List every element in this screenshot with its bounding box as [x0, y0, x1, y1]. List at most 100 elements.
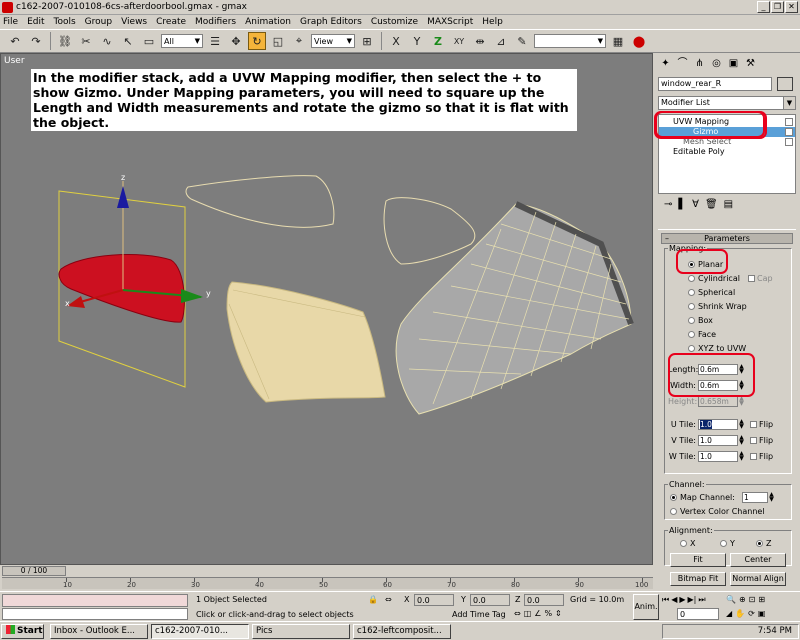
lock-selection-icon[interactable]: 🔒	[368, 594, 378, 605]
align-icon[interactable]: ⊿	[492, 32, 510, 50]
select-object-icon[interactable]: ↖	[119, 32, 137, 50]
u-tile-spinner[interactable]: 1.0 ▲ ▼	[698, 419, 744, 430]
maxscript-output-field[interactable]	[2, 608, 188, 620]
next-frame-icon[interactable]: ▶|	[688, 594, 697, 605]
door-outline-mesh[interactable]	[383, 197, 476, 265]
close-button[interactable]: ✕	[785, 1, 798, 13]
zoom-extents-icon[interactable]: ⊡	[749, 594, 756, 605]
angle-snap-icon[interactable]: ∠	[534, 608, 541, 620]
mirror-icon[interactable]: ⇹	[471, 32, 489, 50]
spinner-arrows-icon[interactable]: ▲ ▼	[738, 451, 745, 462]
minimize-button[interactable]: _	[757, 1, 770, 13]
clock[interactable]: 7:54 PM	[758, 626, 792, 636]
restrict-z-icon[interactable]: Z	[429, 32, 447, 50]
menu-group[interactable]: Group	[85, 17, 112, 27]
window-outline-mesh[interactable]	[185, 175, 335, 228]
snap-toggle-icon[interactable]: ◫	[524, 608, 532, 620]
vertex-color-channel-radio[interactable]: Vertex Color Channel	[670, 507, 765, 516]
y-coord-field[interactable]: 0.0	[470, 594, 510, 606]
remove-modifier-icon[interactable]: 🗑	[705, 199, 718, 213]
flip-u-checkbox[interactable]	[750, 421, 757, 428]
restrict-xy-icon[interactable]: XY	[450, 32, 468, 50]
spinner-arrows-icon[interactable]: ▲ ▼	[738, 435, 745, 446]
selected-window-mesh[interactable]	[58, 254, 185, 323]
material-editor-icon[interactable]: ▦	[609, 32, 627, 50]
redo-icon[interactable]: ↷	[27, 32, 45, 50]
select-link-icon[interactable]: ⛓	[56, 32, 74, 50]
transform-type-icon[interactable]: ⇔	[385, 594, 392, 605]
align-y-radio[interactable]: Y	[720, 539, 735, 548]
select-manipulate-icon[interactable]: ⌖	[290, 32, 308, 50]
fit-button[interactable]: Fit	[670, 553, 726, 567]
center-button[interactable]: Center	[730, 553, 786, 567]
key-mode-icon[interactable]: ⇔	[514, 608, 521, 620]
zoom-icon[interactable]: 🔍	[726, 594, 736, 605]
flip-v-checkbox[interactable]	[750, 437, 757, 444]
move-icon[interactable]: ✥	[227, 32, 245, 50]
task-pics[interactable]: Pics	[252, 624, 350, 639]
zoom-extents-all-icon[interactable]: ⊞	[758, 594, 765, 605]
pin-stack-icon[interactable]: ⊸	[664, 199, 672, 213]
pivot-center-icon[interactable]: ⊞	[358, 32, 376, 50]
task-outlook[interactable]: Inbox - Outlook E...	[50, 624, 148, 639]
undo-icon[interactable]: ↶	[6, 32, 24, 50]
x-coord-field[interactable]: 0.0	[414, 594, 454, 606]
current-frame-field[interactable]: 0	[677, 608, 719, 620]
mapping-face-radio[interactable]: Face	[688, 330, 716, 339]
menu-views[interactable]: Views	[121, 17, 147, 27]
unlink-icon[interactable]: ✂	[77, 32, 95, 50]
hierarchy-tab-icon[interactable]: ⋔	[693, 57, 706, 70]
display-tab-icon[interactable]: ▣	[727, 57, 740, 70]
previous-frame-icon[interactable]: ◀	[671, 594, 677, 605]
stack-item-toggle[interactable]	[785, 138, 793, 146]
tan-panel-mesh[interactable]	[226, 281, 386, 403]
modifier-list-dropdown[interactable]: Modifier List ▼	[658, 96, 796, 110]
field-of-view-icon[interactable]: ◢	[726, 608, 732, 619]
named-selection-dropdown[interactable]: ▼	[534, 34, 606, 48]
go-to-start-icon[interactable]: ⏮	[662, 594, 669, 605]
restrict-y-icon[interactable]: Y	[408, 32, 426, 50]
w-tile-spinner[interactable]: 1.0 ▲ ▼	[698, 451, 744, 462]
menu-maxscript[interactable]: MAXScript	[427, 17, 473, 27]
add-time-tag-button[interactable]: Add Time Tag	[452, 609, 506, 620]
viewport-label[interactable]: User	[4, 56, 25, 66]
snap-icon[interactable]: ✎	[513, 32, 531, 50]
height-spinner[interactable]: 0.658m ▲ ▼	[698, 396, 744, 407]
object-color-swatch[interactable]	[777, 77, 793, 91]
spinner-arrows-icon[interactable]: ▲ ▼	[738, 396, 745, 407]
menu-tools[interactable]: Tools	[54, 17, 76, 27]
bitmap-fit-button[interactable]: Bitmap Fit	[670, 572, 726, 586]
maximize-viewport-icon[interactable]: ▣	[758, 608, 766, 619]
menu-help[interactable]: Help	[482, 17, 503, 27]
bind-space-warp-icon[interactable]: ∿	[98, 32, 116, 50]
modify-tab-icon[interactable]: ⌒	[676, 57, 689, 70]
menu-modifiers[interactable]: Modifiers	[195, 17, 236, 27]
door-panel-mesh[interactable]	[395, 203, 632, 415]
arc-rotate-icon[interactable]: ⟳	[748, 608, 755, 619]
stack-item-editable-poly[interactable]: Editable Poly	[659, 147, 795, 157]
z-coord-field[interactable]: 0.0	[524, 594, 564, 606]
cap-checkbox[interactable]: Cap	[748, 274, 773, 283]
render-icon[interactable]: ⬤	[630, 32, 648, 50]
mapping-xyz-to-uvw-radio[interactable]: XYZ to UVW	[688, 344, 746, 353]
menu-edit[interactable]: Edit	[27, 17, 44, 27]
mapping-spherical-radio[interactable]: Spherical	[688, 288, 735, 297]
go-to-end-icon[interactable]: ⏭	[698, 594, 705, 605]
spinner-snap-icon[interactable]: ⇕	[555, 608, 562, 620]
zoom-all-icon[interactable]: ⊕	[739, 594, 746, 605]
create-tab-icon[interactable]: ✦	[659, 57, 672, 70]
rollout-header[interactable]: – Parameters	[661, 233, 793, 244]
menu-file[interactable]: File	[3, 17, 18, 27]
v-tile-spinner[interactable]: 1.0 ▲ ▼	[698, 435, 744, 446]
percent-snap-icon[interactable]: %	[544, 608, 552, 620]
map-channel-spinner[interactable]: 1 ▲ ▼	[742, 492, 774, 503]
play-icon[interactable]: ▶	[679, 594, 685, 605]
rotate-icon[interactable]: ↻	[248, 32, 266, 50]
show-end-result-icon[interactable]: ▌	[678, 199, 686, 213]
scale-icon[interactable]: ◱	[269, 32, 287, 50]
time-slider[interactable]: 0 / 100	[2, 566, 66, 576]
align-x-radio[interactable]: X	[680, 539, 695, 548]
stack-item-toggle[interactable]	[785, 128, 793, 136]
menu-customize[interactable]: Customize	[371, 17, 418, 27]
map-channel-row[interactable]: Map Channel: 1 ▲ ▼	[670, 492, 774, 503]
